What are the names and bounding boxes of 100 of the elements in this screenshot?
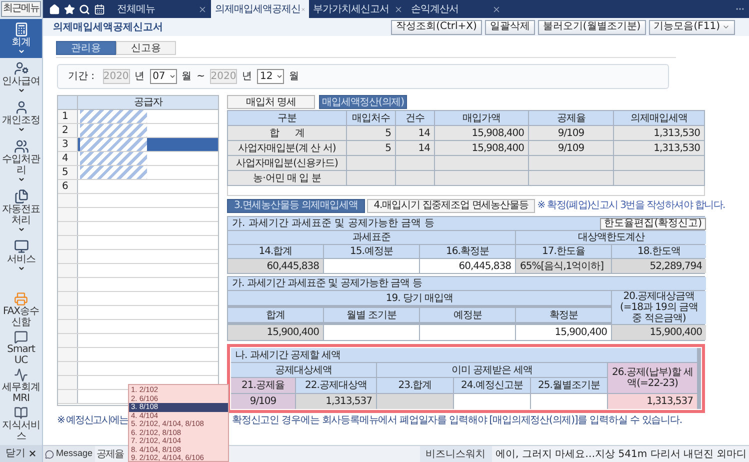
column-header: 24.예정신고분 [454,378,530,393]
table-cell: 15,900,400 [228,325,323,340]
column-header: 25.월별조기분 [531,378,607,393]
tab[interactable]: 매입처 명세 [227,95,315,109]
tab[interactable]: 3.면세농산물등 의제매입세액 [227,198,365,212]
star-icon[interactable] [64,4,75,14]
tab[interactable]: 신고용 [116,41,176,55]
window-tab[interactable]: 손익계산서 [407,0,505,18]
row-label: 사업자매입분(신용카드) [228,156,346,170]
toolbar-button[interactable]: 불러오기(월별조기분) [538,20,646,34]
home-icon[interactable] [49,4,60,14]
caret-icon [18,265,24,272]
window-tab[interactable]: 부가가치세신고서 [309,0,407,18]
chat-icon [45,450,54,458]
window-tab[interactable]: 전체메뉴 [113,0,211,18]
row-number: 2 [58,124,78,137]
close-icon[interactable] [492,4,501,14]
group-header: 19. 당기 매입액 [228,291,611,305]
caret-icon [18,126,24,133]
month-select[interactable]: 07 [150,69,177,84]
table-row[interactable]: 5 [58,166,218,180]
sidebar-item[interactable]: 인사급여 [0,58,42,97]
sidebar-item[interactable]: Smart UC [0,330,42,366]
row-number: 5 [58,166,78,179]
column-header: 건수 [396,111,434,125]
table-cell [396,156,434,170]
column-header: 구분 [228,111,346,125]
month-unit: 월 [182,70,192,84]
range-separator: ~ [196,70,205,84]
caret-icon [168,73,176,80]
sidebar-label: 인사급여 [1,76,41,87]
sidebar-label: 개인조정 [1,115,41,126]
sidebar-item[interactable]: 자동전표처리 [0,186,42,236]
calendar-icon[interactable] [94,4,105,14]
group-header: 대상액한도계산 [516,231,706,244]
message-tab[interactable]: Message [43,446,95,462]
table-cell: 15,900,400 [516,325,611,340]
column-header: 합계 [228,308,323,322]
table-row[interactable]: 3 [58,138,218,152]
caret-icon [18,176,24,183]
sidebar-item[interactable]: 서비스 [0,236,42,275]
toolbar-button[interactable]: 일괄삭제 [484,20,535,34]
footnote-text: 확정신고인 경우에는 회사등록메뉴에서 폐업일자를 입력해야 [매입의제정산(의제)]를 입력하실 수 있습니다. [232,414,682,428]
notice-text: ※ 확정(폐업)신고시 3번을 작성하셔야 합니다. [537,199,725,213]
page-title: 의제매입세액공제신고서 [53,20,163,34]
sidebar-item[interactable]: FAX송수신함 [0,292,42,328]
table-cell: 15,900,400 [612,325,706,340]
column-header: 매입가액 [435,111,528,125]
recent-menu-button[interactable]: 최근메뉴 [1,1,41,17]
month-select[interactable]: 12 [256,69,284,84]
news-source: 비즈니스워치 [420,446,492,462]
group-header: 과세표준 [228,231,515,244]
edit-limit-button[interactable]: 한도율편집(확정신고) [600,218,706,230]
caret-icon [18,226,24,233]
table-cell: 5 [347,141,395,155]
row-label: 사업자매입분(계 산 서) [228,141,346,155]
sidebar-item[interactable]: 세무회계MRI [0,368,42,404]
column-header: 17.한도율 [516,245,611,258]
column-header: 18.한도액 [612,245,706,258]
column-header: 20.공제대상금액(=18과 19의 금액 중 적은금액) [612,291,706,324]
column-header: 21.공제율 [231,378,295,393]
table-row[interactable]: 1 [58,110,218,124]
column-header: 26.공제(납부)할 세액(=22-23) [608,363,697,393]
table-row[interactable]: 4 [58,152,218,166]
sidebar-item[interactable]: 회계 [0,19,42,58]
table-row[interactable]: 6 [58,180,218,194]
close-icon[interactable] [394,4,403,14]
pulse-icon [14,368,28,382]
table-cell: 1,313,537 [296,394,376,409]
tab[interactable]: 관리용 [56,41,116,55]
sidebar-label: 서비스 [6,254,36,265]
search-icon[interactable] [79,4,90,14]
caret-icon [722,23,730,31]
sidebar-item[interactable]: 지식서비스 [0,406,42,442]
table-cell: 14 [396,141,434,155]
tab[interactable]: 매입세액정산(의제) [319,95,407,109]
row-number: 6 [58,180,78,193]
table-cell: 1,313,530 [614,126,704,140]
year-unit: 년 [134,70,145,84]
row-label: 합 계 [228,126,346,140]
period-label: 기간 : [68,70,95,84]
section-heading: 가. 과세기간 과세표준 및 공제가능한 금액 등 [231,217,436,231]
close-icon [28,449,36,458]
table-cell: 14 [396,126,434,140]
column-header: 의제매입세액 [614,111,704,125]
table-cell: 9/109 [529,126,613,140]
sidebar-item[interactable]: 수입처관리 [0,136,42,186]
table-cell: 65%[음식,1억이하] [516,259,611,273]
toolbar-button[interactable]: 작성조회(Ctrl+X) [391,20,482,34]
sidebar-label: FAX송수신함 [2,306,40,328]
close-icon[interactable] [198,4,207,14]
table-row[interactable]: 2 [58,124,218,138]
row-number: 1 [58,110,78,123]
column-header: 23.합계 [377,378,453,393]
close-button[interactable]: 닫기 [0,445,42,462]
window-tab[interactable]: 의제매입세액공제신 [211,0,309,18]
year-unit: 년 [242,70,252,84]
tab[interactable]: 4.매입시기 집중제조업 면세농산물등 [366,198,536,212]
toolbar-button[interactable]: 기능모음(F11) [648,20,735,34]
sidebar-item[interactable]: 개인조정 [0,97,42,136]
